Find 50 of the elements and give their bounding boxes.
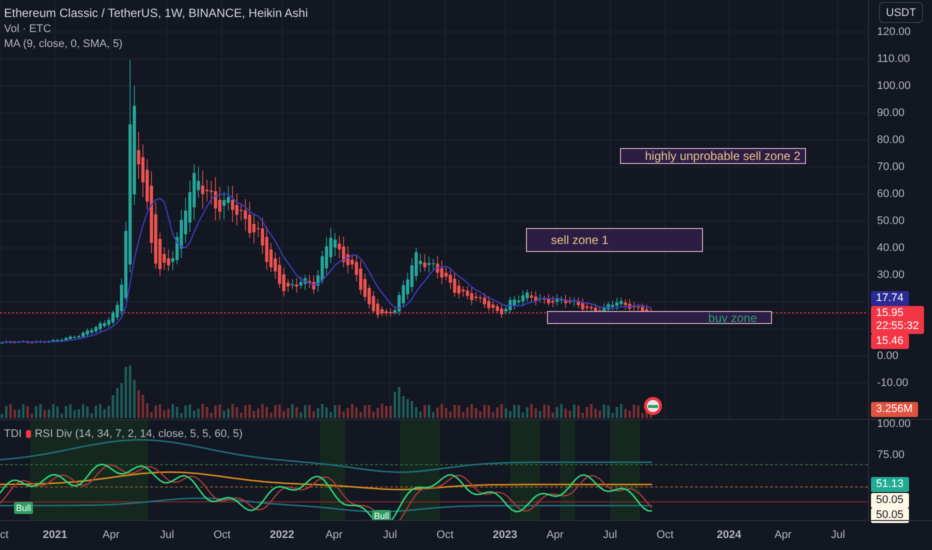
time-axis-label: Jul	[382, 529, 398, 541]
indicator-status-icon	[643, 396, 663, 416]
price-label: 60.00	[877, 188, 905, 201]
time-axis-label: Jul	[602, 529, 618, 541]
time-axis-label: Oct	[436, 529, 454, 541]
price-label: 90.00	[877, 107, 905, 120]
signal-label: Bull	[14, 502, 34, 514]
time-axis-label: Oct	[213, 529, 231, 541]
indicator-badge: 51.13	[871, 477, 909, 492]
indicator-legend: Vol · ETC	[4, 23, 308, 35]
price-label: 50.00	[877, 215, 905, 228]
symbol-title: Ethereum Classic / TetherUS, 1W, BINANCE, Heikin Ashi	[4, 6, 308, 20]
indicator-name: TDI	[4, 428, 22, 440]
price-badge: 17.74	[871, 291, 909, 306]
time-axis-label: 2023	[492, 529, 518, 541]
indicator-axis-label: 100.00	[877, 418, 911, 430]
time-axis-label: 2021	[42, 529, 68, 541]
time-axis-label: 2022	[270, 529, 294, 541]
price-badge: 3.256M	[871, 402, 918, 417]
price-label: 100.00	[877, 80, 911, 93]
price-label: 70.00	[877, 161, 905, 174]
time-axis-label: Oct	[656, 529, 674, 541]
price-label: 80.00	[877, 134, 905, 147]
signal-label: Bull	[372, 510, 392, 520]
sell-zone-box: sell zone 1	[526, 228, 703, 252]
currency-button[interactable]: USDT	[879, 2, 923, 23]
time-axis-label: Jul	[830, 529, 846, 541]
alert-icon	[26, 430, 31, 438]
price-badge: 15.95 22:55:32	[871, 306, 924, 334]
time-axis-label: 2024	[716, 529, 742, 541]
price-label: -10.00	[877, 377, 908, 390]
indicator-legend: MA (9, close, 0, SMA, 5)	[4, 38, 308, 50]
indicator-axis-label: 75.00	[877, 449, 905, 461]
time-axis-label: Apr	[546, 529, 564, 541]
price-label: 120.00	[877, 26, 911, 39]
buy-zone-box: buy zone	[547, 311, 772, 324]
time-axis-label: Jul	[160, 529, 174, 541]
indicator-badge: 50.05	[871, 493, 909, 508]
time-axis-label: ct	[0, 529, 9, 541]
time-axis-label: Apr	[102, 529, 120, 541]
indicator-badge: 50.05	[871, 508, 909, 523]
price-label: 30.00	[877, 269, 905, 282]
price-label: 110.00	[877, 53, 910, 66]
price-label: 40.00	[877, 242, 905, 255]
price-badge: 15.46	[871, 334, 909, 349]
time-axis-label: Apr	[325, 529, 343, 541]
sell-zone-box: highly unprobable sell zone 2	[620, 148, 806, 164]
time-axis-label: Apr	[774, 529, 792, 541]
price-label: 0.00	[877, 350, 898, 363]
indicator-title: RSI Div (14, 34, 7, 2, 14, close, 5, 5, 60, 5)	[34, 428, 243, 440]
